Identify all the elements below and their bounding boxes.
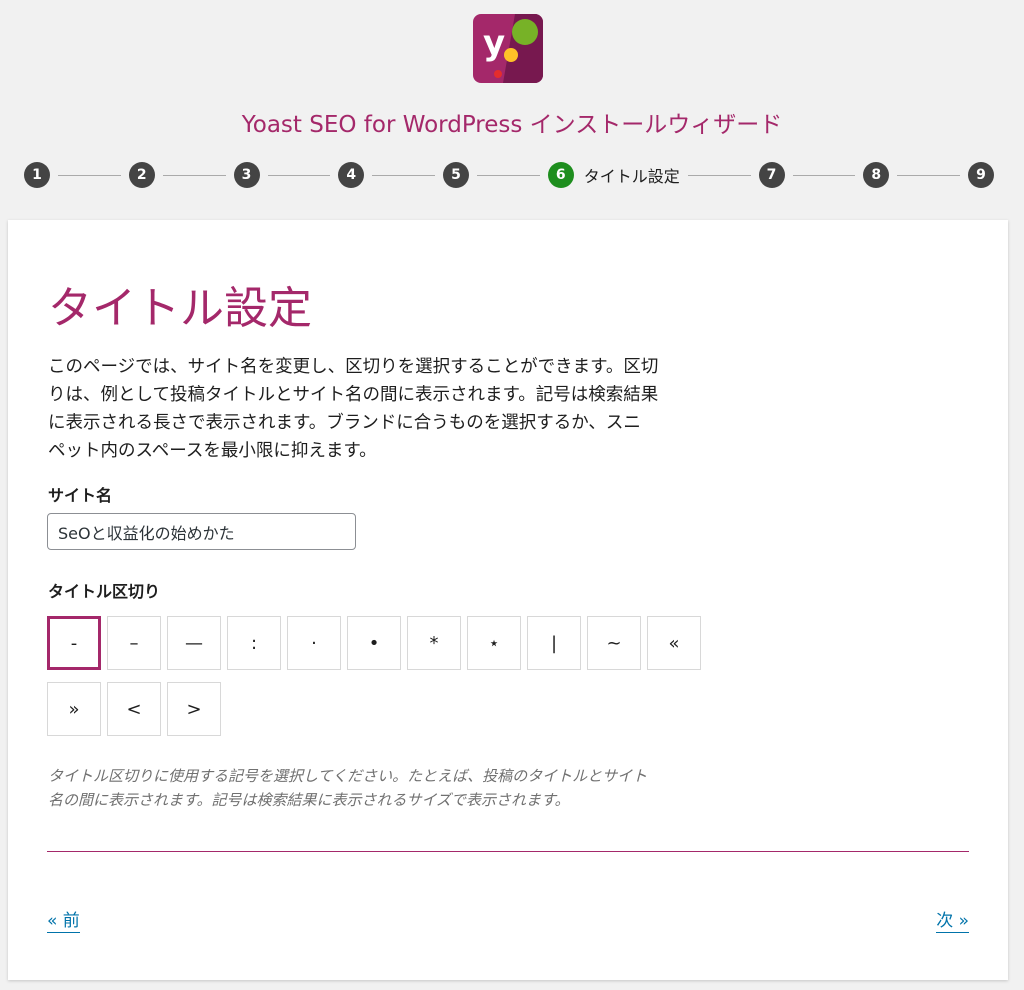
separator-option-hyphen[interactable]: - <box>47 616 101 670</box>
separator-hint: タイトル区切りに使用する記号を選択してください。たとえば、投稿のタイトルとサイト… <box>48 764 748 812</box>
step-6-active[interactable]: 6 <box>547 162 574 188</box>
step-connector <box>897 174 961 176</box>
site-name-label: サイト名 <box>48 486 113 505</box>
intro-line: このページでは、サイト名を変更し、区切りを選択することができます。区切 <box>48 357 659 377</box>
step-connector <box>792 174 856 176</box>
step-5[interactable]: 5 <box>443 162 469 188</box>
wizard-title: Yoast SEO for WordPress インストールウィザード <box>241 112 783 138</box>
hint-line: タイトル区切りに使用する記号を選択してください。たとえば、投稿のタイトルとサイト <box>48 767 648 785</box>
separator-option-less-than[interactable]: < <box>107 682 161 736</box>
step-1[interactable]: 1 <box>24 162 50 188</box>
step-9[interactable]: 9 <box>968 162 995 188</box>
separator-option-laquo[interactable]: « <box>647 616 701 670</box>
separator-option-tilde[interactable]: ~ <box>587 616 641 670</box>
next-button[interactable]: 次 » <box>936 906 969 933</box>
separator-option-en-dash[interactable]: – <box>107 616 161 670</box>
separator-option-asterisk[interactable]: * <box>407 616 461 670</box>
site-name-input[interactable] <box>47 513 356 550</box>
hint-line: 名の間に表示されます。記号は検索結果に表示されるサイズで表示されます。 <box>48 791 570 809</box>
previous-button[interactable]: « 前 <box>47 906 80 933</box>
step-2[interactable]: 2 <box>128 162 155 188</box>
separator-option-middle-dot[interactable]: · <box>287 616 341 670</box>
separator-option-raquo[interactable]: » <box>47 682 101 736</box>
separator-option-low-asterisk[interactable]: ⋆ <box>467 616 521 670</box>
step-3[interactable]: 3 <box>233 162 260 188</box>
svg-text:y: y <box>483 23 505 63</box>
step-connector <box>372 174 435 176</box>
step-connector <box>58 174 121 176</box>
step-progress: 1 2 3 4 5 6 タイトル設定 7 8 9 <box>24 162 995 188</box>
step-4[interactable]: 4 <box>338 162 365 188</box>
separator-option-bullet[interactable]: • <box>347 616 401 670</box>
intro-line: ペット内のスペースを最小限に抑えます。 <box>48 441 377 461</box>
intro-line: に表示される長さで表示されます。ブランドに合うものを選択するか、スニ <box>48 413 641 433</box>
yoast-logo-icon: y <box>473 14 543 83</box>
separator-option-greater-than[interactable]: > <box>167 682 221 736</box>
step-7[interactable]: 7 <box>758 162 785 188</box>
wizard-card: タイトル設定 このページでは、サイト名を変更し、区切りを選択することができます。… <box>8 220 1008 980</box>
separator-option-em-dash[interactable]: — <box>167 616 221 670</box>
intro-line: りは、例として投稿タイトルとサイト名の間に表示されます。記号は検索結果 <box>48 385 659 405</box>
intro-text: このページでは、サイト名を変更し、区切りを選択することができます。区切 りは、例… <box>48 353 748 465</box>
page-title: タイトル設定 <box>48 283 312 334</box>
separator-option-pipe[interactable]: | <box>527 616 581 670</box>
active-step-label: タイトル設定 <box>583 167 680 186</box>
step-connector <box>267 174 331 176</box>
title-separator-label: タイトル区切り <box>48 582 161 601</box>
step-connector <box>162 174 226 176</box>
step-connector <box>477 174 540 176</box>
step-connector <box>687 174 751 176</box>
separator-option-colon[interactable]: : <box>227 616 281 670</box>
step-8[interactable]: 8 <box>863 162 890 188</box>
divider <box>47 851 969 852</box>
